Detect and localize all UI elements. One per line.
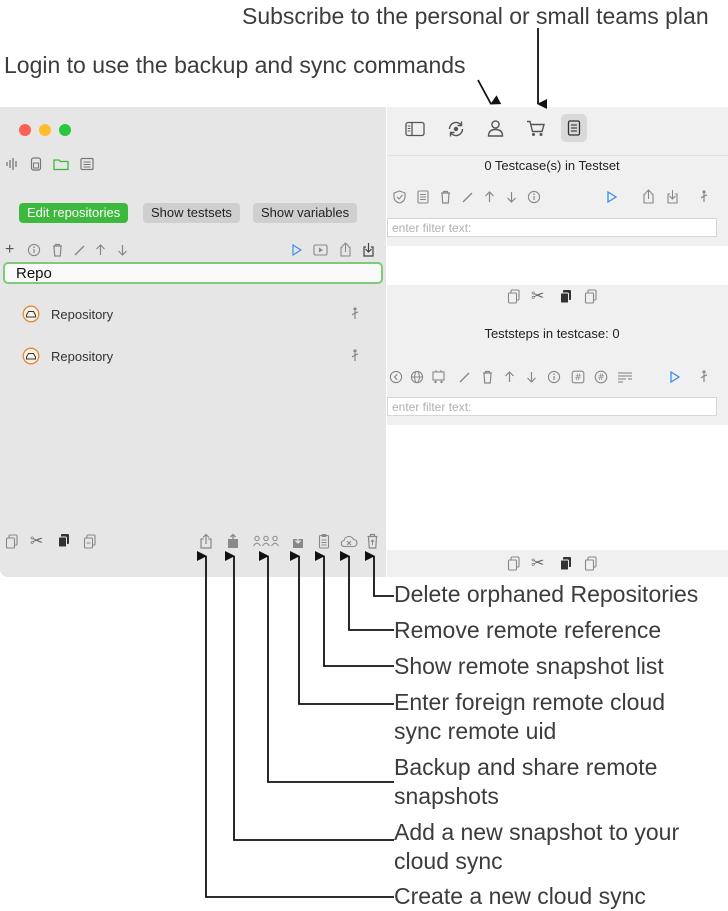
arrow-delete-orphaned — [365, 551, 394, 597]
arrow-show-snapshot-list — [315, 551, 394, 667]
arrow-login — [477, 79, 502, 105]
arrow-backup-share — [259, 551, 394, 783]
arrow-remove-remote — [340, 551, 394, 631]
arrow-add-snapshot — [225, 551, 394, 841]
annotation-arrows — [197, 28, 547, 898]
